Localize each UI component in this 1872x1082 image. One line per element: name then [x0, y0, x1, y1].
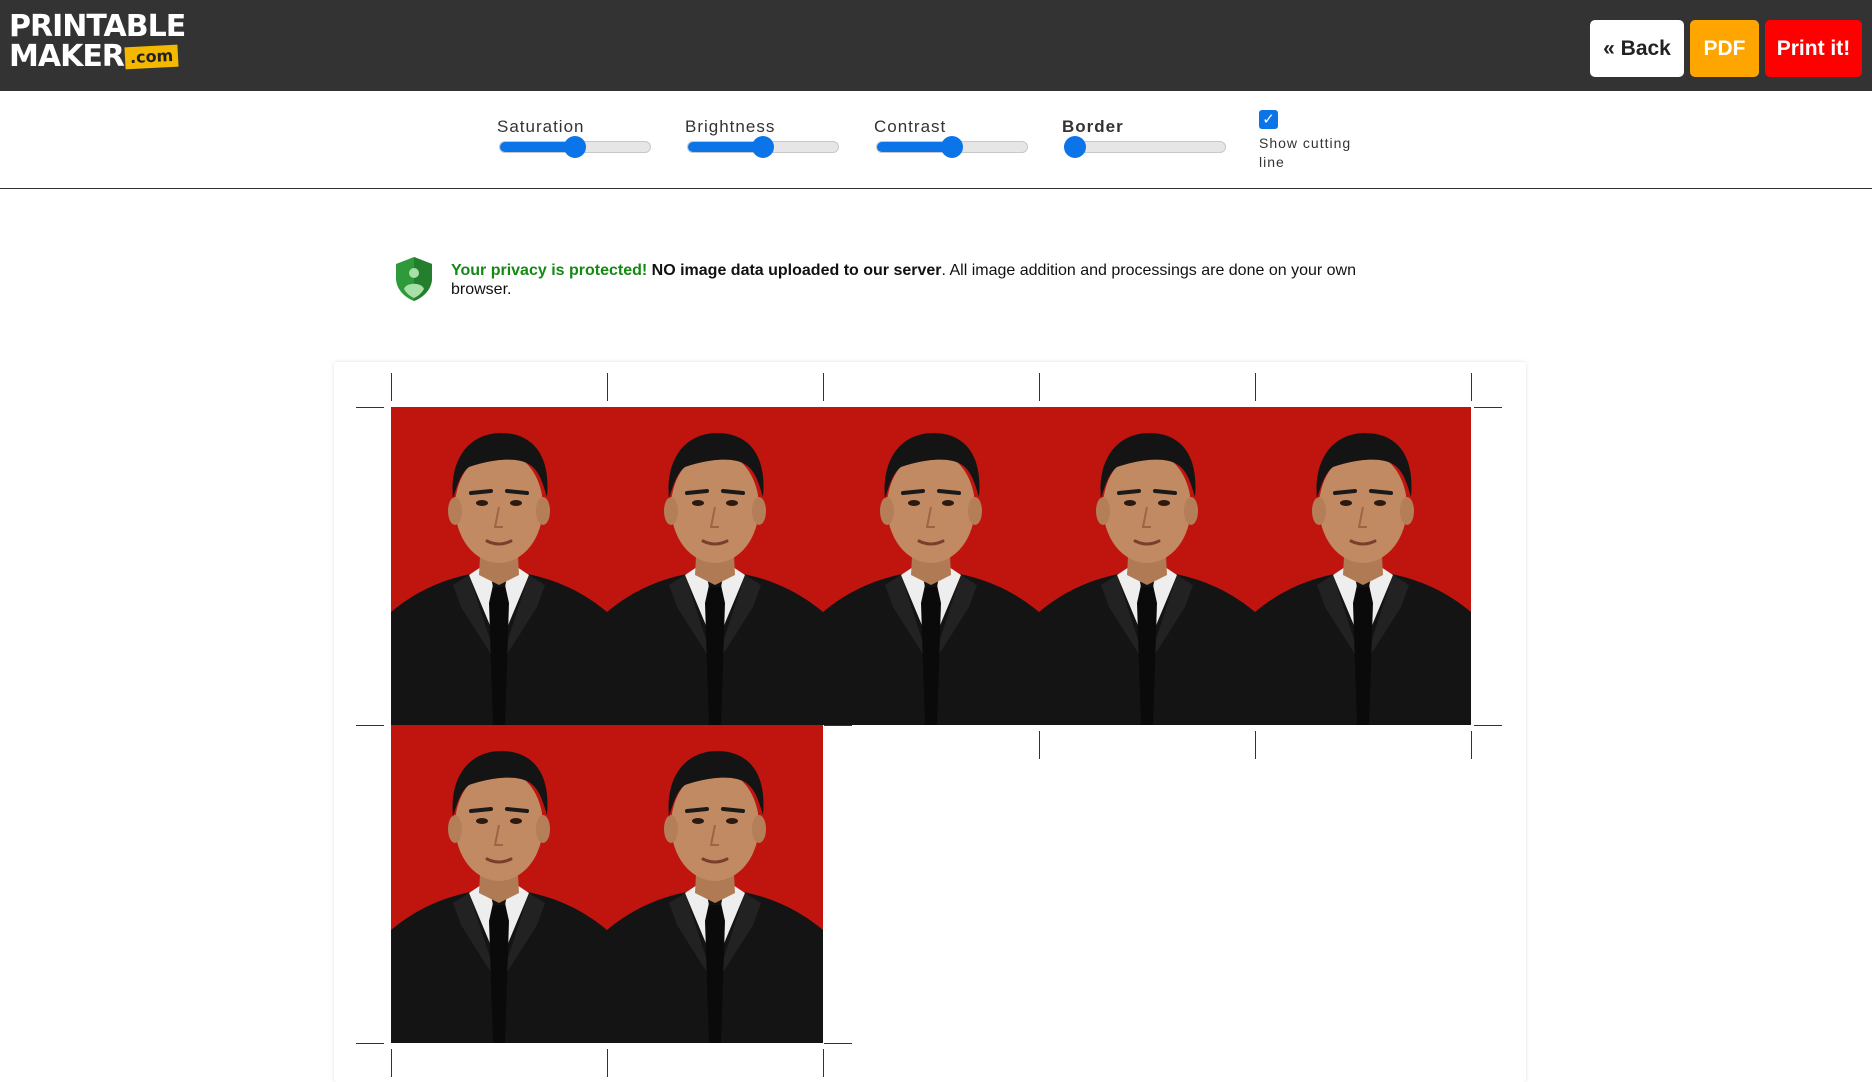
logo-suffix: .com: [124, 44, 179, 70]
brightness-slider-thumb[interactable]: [752, 136, 774, 158]
print-button[interactable]: Print it!: [1765, 20, 1862, 77]
privacy-bold: NO image data uploaded to our server: [651, 262, 942, 279]
cutting-line: [823, 1049, 824, 1077]
privacy-highlight: Your privacy is protected!: [451, 262, 648, 279]
id-photo: [607, 407, 823, 725]
cutting-line: [1039, 373, 1040, 401]
id-photo: [1255, 407, 1471, 725]
cutting-line: [824, 725, 852, 726]
border-slider-thumb[interactable]: [1064, 136, 1086, 158]
top-bar: PRINTABLE MAKER .com « Back PDF Print it…: [0, 0, 1872, 91]
id-photo: [391, 725, 607, 1043]
cutting-line: [1255, 373, 1256, 401]
id-photo: [1039, 407, 1255, 725]
logo-line2: MAKER: [9, 39, 125, 74]
id-photo: [391, 407, 607, 725]
cutting-line: [1474, 725, 1502, 726]
pdf-button[interactable]: PDF: [1690, 20, 1759, 77]
contrast-label: Contrast: [874, 117, 947, 136]
cutting-line: [356, 725, 384, 726]
cutting-line: [1471, 731, 1472, 759]
cutting-line: [607, 373, 608, 401]
cutting-line-checkbox[interactable]: ✓: [1259, 110, 1278, 129]
saturation-slider-thumb[interactable]: [564, 136, 586, 158]
cutting-line: [1474, 407, 1502, 408]
logo-line1: PRINTABLE: [9, 9, 186, 44]
cutting-line: [1471, 373, 1472, 401]
cutting-line: [356, 407, 384, 408]
cutting-line: [823, 373, 824, 401]
cutting-line: [391, 373, 392, 401]
saturation-label: Saturation: [497, 117, 585, 136]
cutting-line: [1255, 731, 1256, 759]
id-photo: [607, 725, 823, 1043]
print-sheet: [334, 362, 1526, 1082]
cutting-line: [824, 1043, 852, 1044]
back-button[interactable]: « Back: [1590, 20, 1684, 77]
border-slider-track[interactable]: [1064, 141, 1226, 153]
shield-icon: [396, 257, 432, 301]
border-label: Border: [1062, 117, 1124, 136]
cutting-line: [391, 1049, 392, 1077]
printablemaker-logo[interactable]: PRINTABLE MAKER .com: [9, 12, 189, 74]
contrast-slider-thumb[interactable]: [941, 136, 963, 158]
privacy-text: Your privacy is protected! NO image data…: [451, 261, 1401, 299]
cutting-line: [1039, 731, 1040, 759]
cutting-line: [356, 1043, 384, 1044]
adjustment-controls: Saturation Brightness Contrast Border ✓ …: [0, 91, 1872, 189]
brightness-label: Brightness: [685, 117, 776, 136]
cutting-line: [607, 1049, 608, 1077]
id-photo: [823, 407, 1039, 725]
cutting-line-label: Show cutting line: [1259, 135, 1352, 170]
